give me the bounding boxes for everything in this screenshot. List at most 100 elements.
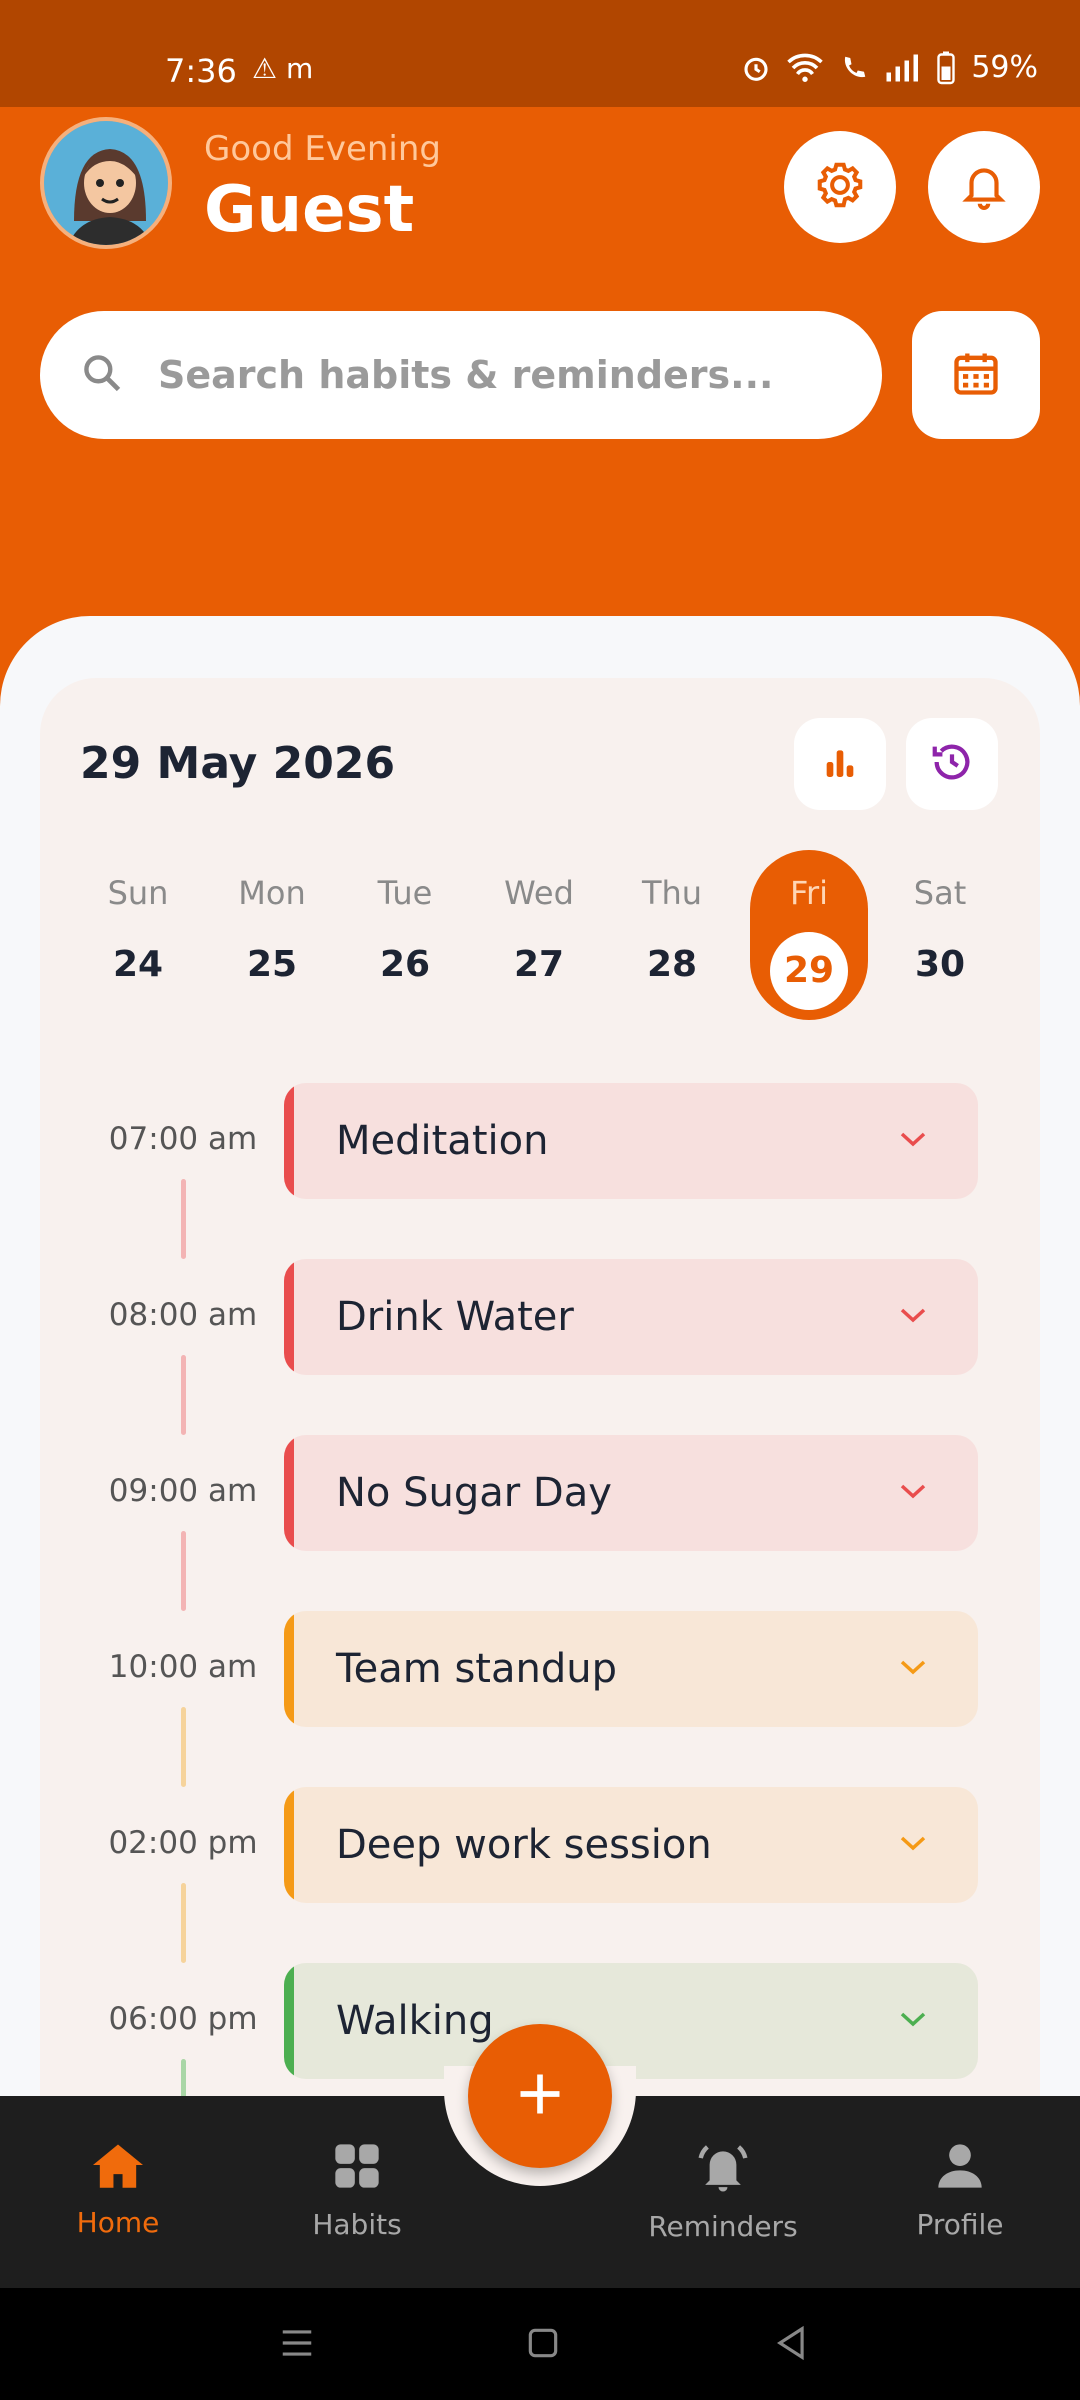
avatar[interactable] (40, 117, 172, 249)
day-name: Sun (107, 874, 169, 912)
add-button[interactable] (468, 2024, 612, 2168)
nav-label: Habits (312, 2208, 402, 2241)
timeline-row: 08:00 am Drink Water (0, 1259, 1080, 1435)
wifi-icon (787, 53, 824, 83)
calendar-icon (950, 347, 1002, 403)
day-fri-selected[interactable]: Fri 29 (750, 850, 868, 1020)
plus-icon (514, 2068, 566, 2124)
stats-button[interactable] (794, 718, 886, 810)
chevron-down-icon[interactable] (898, 1833, 928, 1857)
status-bar: 7:36 ⚠ m 59% (0, 0, 1080, 107)
item-accent-bar (284, 1083, 294, 1199)
grid-icon (331, 2144, 383, 2196)
chevron-down-icon[interactable] (898, 2009, 928, 2033)
home-system-icon[interactable] (524, 2324, 562, 2366)
gear-icon (813, 158, 867, 216)
timeline-time: 10:00 am (108, 1649, 258, 1685)
nav-label: Home (76, 2206, 160, 2239)
item-accent-bar (284, 1611, 294, 1727)
alarm-icon (741, 53, 771, 83)
battery-icon (937, 51, 956, 85)
habit-title: Walking (336, 1998, 494, 2044)
search-icon (80, 351, 124, 399)
chevron-down-icon[interactable] (898, 1481, 928, 1505)
user-name: Guest (204, 173, 415, 247)
day-number: 25 (246, 944, 298, 985)
call-icon (839, 53, 869, 83)
person-icon (934, 2144, 986, 2196)
day-sat[interactable]: Sat 30 (881, 850, 999, 1020)
day-thu[interactable]: Thu 28 (613, 850, 731, 1020)
habit-item-meditation[interactable]: Meditation (284, 1083, 978, 1199)
timeline-connector (181, 1883, 186, 1963)
day-number: 30 (914, 944, 966, 985)
day-number: 27 (513, 944, 565, 985)
item-accent-bar (284, 1963, 294, 2079)
timeline-time: 08:00 am (108, 1297, 258, 1333)
timeline-connector (181, 1707, 186, 1787)
timeline-time: 02:00 pm (108, 1825, 258, 1861)
nav-home[interactable]: Home (18, 2140, 218, 2239)
calendar-button[interactable] (912, 311, 1040, 439)
search-input[interactable] (158, 353, 858, 397)
home-icon (90, 2144, 146, 2194)
habit-item-no-sugar-day[interactable]: No Sugar Day (284, 1435, 978, 1551)
status-right-icons: 59% (741, 50, 1038, 85)
chevron-down-icon[interactable] (898, 1129, 928, 1153)
day-name: Sat (913, 874, 967, 912)
bar-chart-icon (820, 742, 860, 786)
settings-button[interactable] (784, 131, 896, 243)
day-tue[interactable]: Tue 26 (346, 850, 464, 1020)
bell-icon (959, 160, 1009, 214)
nav-profile[interactable]: Profile (860, 2140, 1060, 2241)
habit-title: Meditation (336, 1118, 549, 1164)
reminder-title: Deep work session (336, 1822, 712, 1868)
timeline-connector (181, 1179, 186, 1259)
search-bar[interactable] (40, 311, 882, 439)
nav-habits[interactable]: Habits (257, 2140, 457, 2241)
day-number: 28 (646, 944, 698, 985)
history-button[interactable] (906, 718, 998, 810)
history-icon (929, 739, 975, 789)
chevron-down-icon[interactable] (898, 1305, 928, 1329)
system-navigation-bar (0, 2288, 1080, 2400)
timeline-row: 02:00 pm Deep work session (0, 1787, 1080, 1963)
nav-label: Reminders (648, 2210, 798, 2243)
back-icon[interactable] (772, 2324, 810, 2366)
day-name: Thu (641, 874, 703, 912)
status-time: 7:36 (165, 52, 237, 90)
signal-icon (885, 53, 921, 83)
timeline-time: 09:00 am (108, 1473, 258, 1509)
day-name: Tue (377, 874, 433, 912)
day-name: Mon (238, 874, 306, 912)
battery-percentage: 59% (971, 50, 1038, 85)
week-strip: Sun 24 Mon 25 Tue 26 Wed 27 Thu 28 Fri 2… (70, 850, 1010, 1020)
habit-title: Drink Water (336, 1294, 574, 1340)
item-accent-bar (284, 1787, 294, 1903)
timeline-time: 07:00 am (108, 1121, 258, 1157)
recents-icon[interactable] (278, 2324, 316, 2366)
nav-reminders[interactable]: Reminders (623, 2140, 823, 2243)
habit-item-drink-water[interactable]: Drink Water (284, 1259, 978, 1375)
day-wed[interactable]: Wed 27 (480, 850, 598, 1020)
reminder-item-deep-work[interactable]: Deep work session (284, 1787, 978, 1903)
reminder-title: Team standup (336, 1646, 617, 1692)
day-number: 24 (112, 944, 164, 985)
timeline-connector (181, 1531, 186, 1611)
item-accent-bar (284, 1259, 294, 1375)
bell-icon (694, 2145, 752, 2198)
timeline-row: 09:00 am No Sugar Day (0, 1435, 1080, 1611)
day-name: Wed (504, 874, 574, 912)
day-mon[interactable]: Mon 25 (213, 850, 331, 1020)
habit-title: No Sugar Day (336, 1470, 612, 1516)
day-number: 29 (770, 932, 848, 1010)
notifications-button[interactable] (928, 131, 1040, 243)
reminder-item-team-standup[interactable]: Team standup (284, 1611, 978, 1727)
chevron-down-icon[interactable] (898, 1657, 928, 1681)
timeline-connector (181, 1355, 186, 1435)
timeline-time: 06:00 pm (108, 2001, 258, 2037)
day-sun[interactable]: Sun 24 (79, 850, 197, 1020)
habit-item-walking[interactable]: Walking (284, 1963, 978, 2079)
item-accent-bar (284, 1435, 294, 1551)
nav-label: Profile (916, 2208, 1004, 2241)
